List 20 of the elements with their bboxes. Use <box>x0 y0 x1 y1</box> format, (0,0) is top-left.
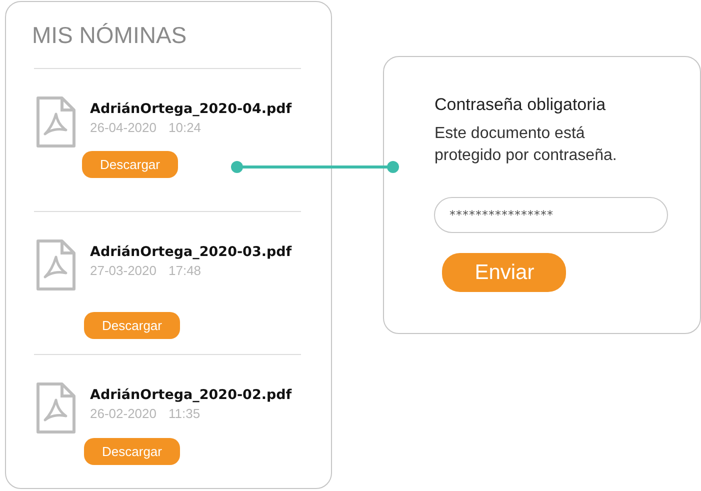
download-button[interactable]: Descargar <box>82 151 178 178</box>
file-time: 11:35 <box>168 406 200 421</box>
send-button[interactable]: Enviar <box>442 253 566 292</box>
pdf-file-icon <box>36 382 76 434</box>
dialog-title: Contraseña obligatoria <box>434 95 607 115</box>
file-time: 10:24 <box>168 120 202 135</box>
file-date: 26-02-2020 <box>90 406 156 421</box>
file-time: 17:48 <box>168 263 202 278</box>
download-button[interactable]: Descargar <box>84 312 180 339</box>
file-date: 27-03-2020 <box>90 263 156 278</box>
dialog-message: Este documento está protegido por contraseña. <box>434 124 618 166</box>
card-title: MIS NÓMINAS <box>32 22 188 50</box>
pdf-file-icon <box>36 239 76 291</box>
file-date: 26-04-2020 <box>90 120 156 135</box>
file-name: AdriánOrtega_2020-03.pdf <box>90 244 292 260</box>
password-field[interactable]: **************** <box>434 197 668 233</box>
file-name: AdriánOrtega_2020-04.pdf <box>90 101 292 117</box>
pdf-file-icon <box>36 96 76 148</box>
file-name: AdriánOrtega_2020-02.pdf <box>90 387 292 403</box>
download-button[interactable]: Descargar <box>84 438 180 465</box>
